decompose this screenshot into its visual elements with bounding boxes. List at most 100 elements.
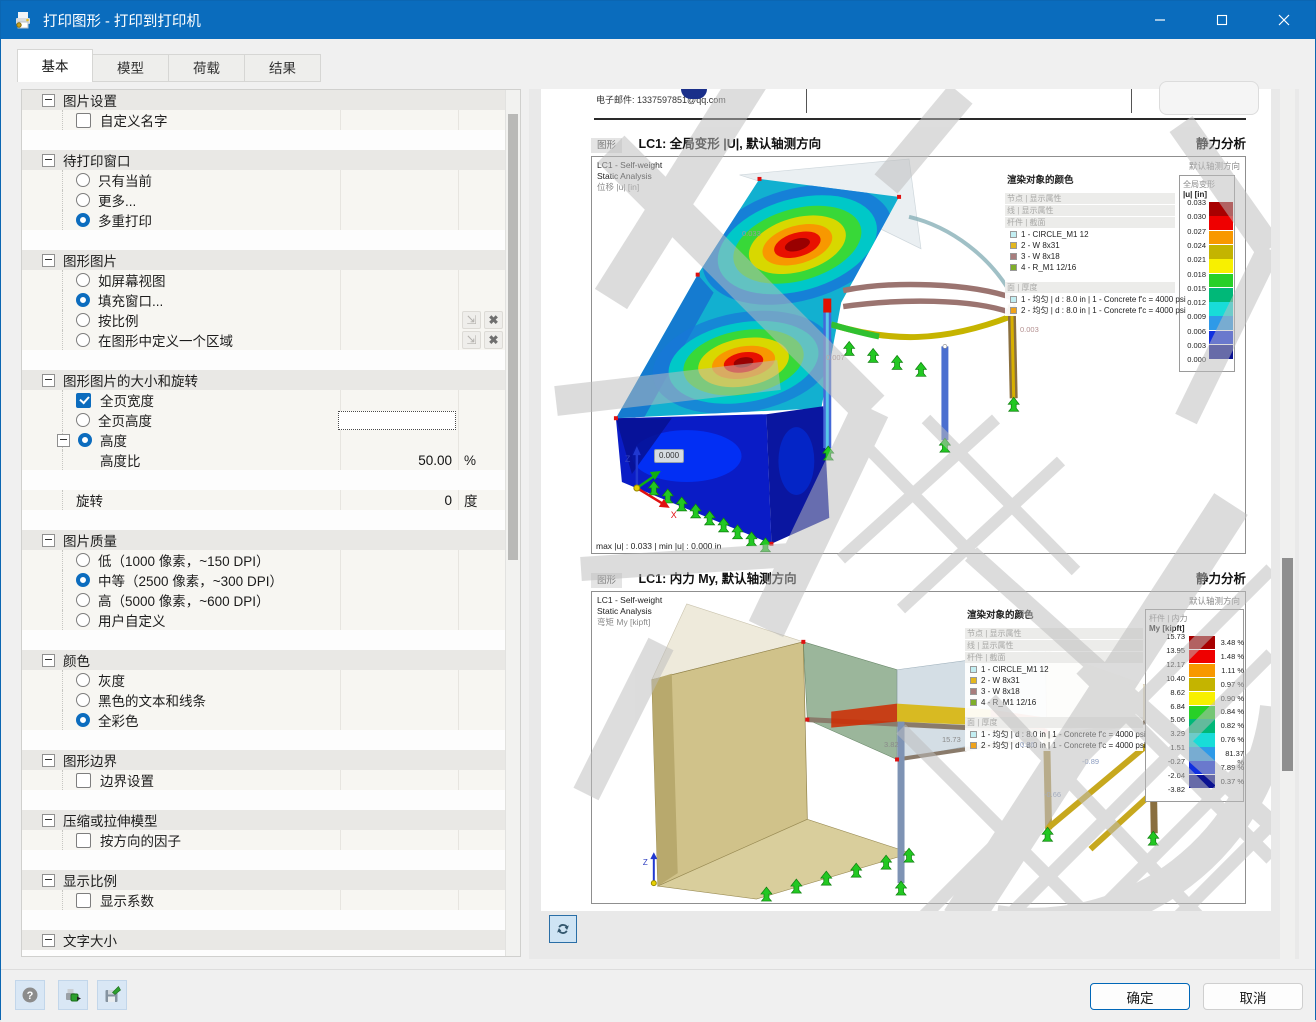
dialog-footer: ? 确定 取消 (1, 969, 1315, 1022)
color-swatch (970, 731, 977, 738)
legend-value: 6.84 (1170, 701, 1185, 711)
color-swatch (1010, 242, 1017, 249)
preview-page: 电子邮件: 1337597851@qq.com 图形 LC1: 全局变形 |U|… (541, 81, 1271, 911)
legend-value: 0.018 (1187, 269, 1206, 279)
tab-basic[interactable]: 基本 (17, 49, 93, 82)
quality-high-radio[interactable] (76, 593, 90, 607)
settings-panel-body: 图片设置 自定义名字 待打印窗口 只有当前 更多... 多重打印 图形图片 如屏幕视图 填充窗口… (22, 90, 507, 950)
section-gap (22, 630, 507, 650)
ok-button[interactable]: 确定 (1090, 983, 1190, 1010)
legend-value: 0.000 (1187, 355, 1206, 365)
tab-model[interactable]: 模型 (93, 54, 169, 82)
panel-scrollbar-thumb[interactable] (508, 114, 518, 560)
row-label-cell: 中等（2500 像素，~300 DPI） (22, 570, 340, 590)
collapse-icon[interactable] (57, 433, 70, 447)
close-button[interactable] (1253, 1, 1315, 39)
full-page-height-radio[interactable] (76, 413, 90, 427)
collapse-icon[interactable] (42, 813, 55, 827)
clear-icon[interactable]: ✖ (484, 311, 503, 329)
tab-load[interactable]: 荷载 (169, 54, 245, 82)
preview-scrollbar-thumb[interactable] (1282, 558, 1293, 771)
multiple-print-radio[interactable] (76, 213, 90, 227)
row-unit-cell (459, 410, 507, 430)
rotation-value[interactable]: 0 (444, 493, 458, 508)
full-page-width-checkbox[interactable] (76, 392, 91, 408)
row-unit-cell (459, 690, 507, 710)
row-label: 灰度 (98, 674, 125, 689)
save-settings-button[interactable] (97, 980, 127, 1010)
row-label: 多重打印 (98, 214, 152, 229)
as-screen-view-radio[interactable] (76, 273, 90, 287)
color-swatch (970, 742, 977, 749)
row-label: 黑色的文本和线条 (98, 694, 206, 709)
fill-window-radio[interactable] (76, 293, 90, 307)
custom-name-checkbox[interactable] (76, 112, 91, 128)
collapse-icon[interactable] (42, 373, 55, 387)
row-value-cell (340, 110, 459, 130)
collapse-icon[interactable] (42, 153, 55, 167)
objects-item-label: 3 - W 8x18 (981, 687, 1020, 696)
collapse-icon[interactable] (42, 873, 55, 887)
collapse-icon[interactable] (42, 753, 55, 767)
legend-title: 全局变形 (1183, 180, 1215, 189)
black-text-lines-radio[interactable] (76, 693, 90, 707)
help-button[interactable]: ? (15, 980, 45, 1010)
pick-region-icon[interactable]: ⇲ (462, 311, 481, 329)
collapse-icon[interactable] (42, 533, 55, 547)
row-label: 低（1000 像素，~150 DPI） (98, 554, 270, 569)
full-color-radio[interactable] (76, 713, 90, 727)
preview-scrollbar[interactable] (1280, 89, 1295, 959)
figure1-header: 图形 LC1: 全局变形 |U|, 默认轴测方向 静力分析 (591, 133, 1246, 153)
more-radio[interactable] (76, 193, 90, 207)
export-settings-button[interactable] (58, 980, 88, 1010)
quality-low-radio[interactable] (76, 553, 90, 567)
objects-item-label: 2 - W 8x31 (981, 676, 1020, 685)
load-case-info: LC1 - Self-weight Static Analysis 位移 |u|… (597, 160, 663, 193)
define-region-radio[interactable] (76, 333, 90, 347)
clear-icon[interactable]: ✖ (484, 331, 503, 349)
cancel-button[interactable]: 取消 (1203, 983, 1303, 1010)
quality-custom-radio-row: 用户自定义 (22, 610, 507, 630)
row-unit-cell (459, 890, 507, 910)
tab-results[interactable]: 结果 (245, 54, 321, 82)
collapse-icon[interactable] (42, 253, 55, 267)
height-radio[interactable] (78, 433, 92, 447)
figure2-header: 图形 LC1: 内力 My, 默认轴测方向 静力分析 (591, 568, 1246, 588)
collapse-icon[interactable] (42, 653, 55, 667)
panel-scrollbar[interactable] (505, 90, 520, 956)
figure1-analysis-type: 静力分析 (1195, 137, 1246, 151)
objects-item-row: 4 - R_M1 12/16 (1005, 262, 1175, 273)
objects-item-row: 1 - 均匀 | d : 8.0 in | 1 - Concrete f'c =… (1005, 294, 1186, 305)
objects-item-row: 2 - 均匀 | d : 8.0 in | 1 - Concrete f'c =… (1005, 305, 1186, 316)
maximize-button[interactable] (1191, 1, 1253, 39)
refresh-preview-button[interactable] (549, 915, 577, 943)
legend-color-cell (1189, 747, 1215, 761)
row-value-cell (340, 190, 459, 210)
direction-factor-checkbox[interactable] (76, 832, 91, 848)
objects-item-row: 2 - W 8x31 (965, 675, 1143, 686)
pick-region-icon[interactable]: ⇲ (462, 331, 481, 349)
grayscale-radio[interactable] (76, 673, 90, 687)
collapse-icon[interactable] (42, 93, 55, 107)
svg-text:?: ? (27, 990, 34, 1002)
to-scale-radio[interactable] (76, 313, 90, 327)
quality-custom-radio[interactable] (76, 613, 90, 627)
render-value-label: 0.033 (742, 229, 761, 238)
height-ratio-value[interactable]: 50.00 (418, 453, 458, 468)
row-value-cell (340, 610, 459, 630)
minimize-button[interactable] (1129, 1, 1191, 39)
display-factor-checkbox[interactable] (76, 892, 91, 908)
collapse-icon[interactable] (42, 933, 55, 947)
render-value-label: 3.82 (884, 740, 899, 749)
row-unit-cell (459, 710, 507, 730)
color-swatch (1010, 307, 1017, 314)
only-current-radio[interactable] (76, 173, 90, 187)
full-page-height-radio-input[interactable] (338, 410, 456, 430)
legend-value: 10.40 (1166, 673, 1185, 683)
deformation-color-legend: 全局变形 |u| [in] 0.033 0.030 0.027 0.024 0.021 0.0… (1179, 175, 1235, 372)
border-settings-checkbox[interactable] (76, 772, 91, 788)
section-header-compress-stretch: 压缩或拉伸模型 (22, 810, 507, 830)
legend-color-cell (1209, 259, 1233, 273)
legend-value: -2.04 (1167, 771, 1185, 780)
quality-medium-radio[interactable] (76, 573, 90, 587)
